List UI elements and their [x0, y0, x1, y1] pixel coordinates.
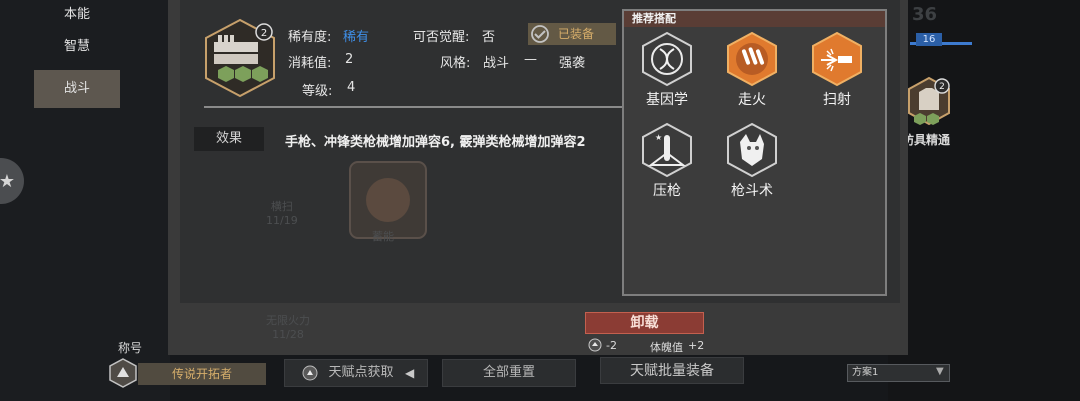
svg-text:★: ★ — [655, 133, 662, 142]
cost-value: 2 — [345, 52, 354, 67]
armor-skill-label: 防具精通 — [902, 133, 951, 147]
bullets-icon — [727, 31, 777, 87]
skill-strafe-label: 扫射 — [823, 92, 851, 108]
armor-icon[interactable]: 2 — [904, 76, 954, 126]
arrow-left-icon[interactable]: ◀ — [405, 366, 414, 380]
burst-fire-icon — [812, 31, 862, 87]
level-label: 等级: — [302, 84, 333, 99]
style-separator: — — [524, 52, 537, 67]
background-node-1: 横扫 11/19 — [266, 200, 298, 227]
style-label: 风格: — [440, 56, 471, 71]
style-value-2: 强袭 — [559, 56, 586, 71]
background-node-value: 36 — [912, 4, 938, 25]
skill-strafe[interactable]: 扫射 — [805, 31, 869, 109]
skill-recoil-label: 压枪 — [653, 183, 681, 199]
skill-misfire-label: 走火 — [738, 92, 766, 108]
skill-gunplay[interactable]: 枪斗术 — [720, 122, 784, 200]
background-node-2: 蓄能 — [372, 230, 394, 243]
talent-point-icon — [302, 365, 318, 381]
title-badge-icon — [109, 358, 137, 388]
svg-text:2: 2 — [939, 82, 945, 92]
recommended-panel: 推荐搭配 基因学 走火 扫射 ★ 压枪 枪斗术 — [622, 9, 887, 296]
skill-recoil[interactable]: ★ 压枪 — [635, 122, 699, 200]
chevron-down-icon[interactable]: ▼ — [936, 366, 944, 377]
rarity-value: 稀有 — [343, 30, 370, 45]
unload-button[interactable]: 卸载 — [585, 312, 704, 334]
right-background — [888, 0, 1080, 401]
title-label: 称号 — [118, 341, 143, 355]
recommended-title: 推荐搭配 — [624, 11, 885, 27]
talent-cost-icon — [588, 338, 602, 352]
tab-combat[interactable]: 战斗 — [34, 70, 120, 108]
level-value: 4 — [347, 80, 356, 95]
check-icon — [531, 25, 549, 43]
background-node-3: 无限火力 11/28 — [266, 314, 310, 341]
stamina-label: 体魄值 — [650, 341, 683, 354]
skill-gunplay-label: 枪斗术 — [731, 183, 773, 199]
talent-cost-delta: -2 — [606, 339, 617, 352]
effect-text: 手枪、冲锋类枪械增加弹容6, 霰弹类枪械增加弹容2 — [285, 135, 586, 150]
svg-text:2: 2 — [261, 28, 267, 39]
wolf-icon — [727, 122, 777, 178]
cost-label: 消耗值: — [288, 56, 332, 71]
legend-title-tag: 传说开拓者 — [138, 363, 266, 385]
awaken-value: 否 — [482, 30, 496, 45]
style-value-1: 战斗 — [483, 56, 510, 71]
progress-tag: 16 — [916, 33, 942, 46]
dna-icon — [642, 31, 692, 87]
skill-genetics[interactable]: 基因学 — [635, 31, 699, 109]
skill-misfire[interactable]: 走火 — [720, 31, 784, 109]
item-icon: 2 — [205, 18, 275, 98]
skill-genetics-label: 基因学 — [646, 92, 688, 108]
stamina-delta: +2 — [688, 339, 705, 352]
recoil-control-icon: ★ — [642, 122, 692, 178]
batch-equip-button[interactable]: 天赋批量装备 — [600, 357, 744, 384]
tab-wisdom[interactable]: 智慧 — [34, 28, 120, 66]
scheme-select[interactable]: 方案1 — [847, 364, 950, 382]
effect-tag: 效果 — [194, 127, 264, 151]
reset-all-button[interactable]: 全部重置 — [442, 359, 576, 387]
item-detail-dialog: 横扫 11/19 蓄能 无限火力 11/28 2 稀有度: 稀有 可否觉醒: 否… — [168, 0, 908, 355]
divider-line — [204, 106, 624, 108]
rarity-label: 稀有度: — [288, 30, 332, 45]
awaken-label: 可否觉醒: — [413, 30, 470, 45]
